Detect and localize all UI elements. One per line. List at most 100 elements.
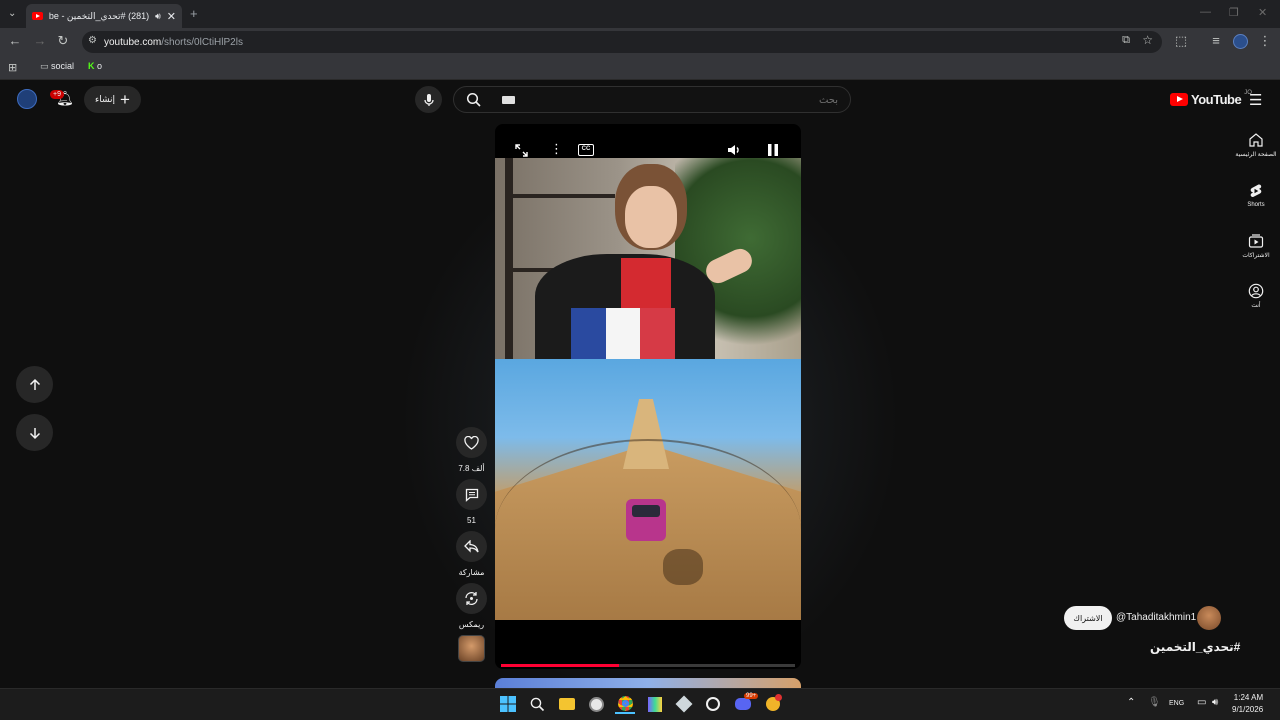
like-button[interactable] [456, 427, 487, 458]
bookmark-star-icon[interactable]: ☆ [1142, 33, 1153, 47]
apps-grid-icon[interactable]: ⊞ [8, 61, 17, 74]
like-count: 7.8 ألف [458, 464, 485, 473]
app-icon[interactable] [586, 694, 606, 714]
account-avatar[interactable] [17, 89, 37, 109]
nav-item-you[interactable]: أنت [1232, 283, 1280, 309]
remix-action[interactable]: ريمكس [456, 583, 487, 629]
system-clock[interactable]: 1:24 AM 9/1/2026 [1232, 692, 1263, 716]
search-box[interactable] [453, 86, 851, 113]
create-label: إنشاء [95, 94, 116, 104]
minimize-icon[interactable]: — [1200, 6, 1211, 18]
home-icon [1249, 133, 1263, 147]
previous-short-button[interactable] [16, 366, 53, 403]
clock-date: 9/1/2026 [1232, 705, 1264, 714]
remix-icon [465, 592, 478, 605]
share-icon [464, 540, 479, 553]
search-input[interactable] [494, 91, 838, 109]
more-options-icon[interactable]: ⋮ [550, 141, 563, 157]
windows-start-icon[interactable] [498, 694, 518, 714]
comment-count: 51 [467, 516, 476, 525]
tab-title: (281) #تحدي_التخمين - YouTube [49, 10, 150, 21]
close-tab-icon[interactable]: ✕ [167, 10, 176, 23]
like-action[interactable]: 7.8 ألف [456, 427, 487, 473]
comment-action[interactable]: 51 [456, 479, 487, 525]
you-icon [1248, 283, 1264, 299]
cube-app-icon[interactable] [674, 694, 694, 714]
nav-item-shorts[interactable]: Shorts [1232, 183, 1280, 208]
remix-label: ريمكس [458, 620, 485, 629]
network-icon[interactable]: ▭ [1197, 697, 1206, 708]
pause-icon[interactable] [767, 143, 779, 157]
install-app-icon[interactable]: ⧉ [1122, 34, 1130, 47]
youtube-play-logo-icon [1170, 93, 1188, 106]
taskbar-search-icon[interactable] [527, 694, 547, 714]
arrow-down-icon [29, 427, 40, 439]
volume-tray-icon[interactable]: 🔊︎ [1212, 697, 1218, 708]
forward-icon[interactable]: → [32, 33, 48, 49]
notes-app-icon[interactable] [645, 694, 665, 714]
address-bar[interactable]: ⚙ youtube.com/shorts/0lCtiHlP2ls ⧉ ☆ [82, 31, 1162, 53]
back-icon[interactable]: ← [7, 33, 23, 49]
voice-search-button[interactable] [415, 86, 442, 113]
tray-chevron-icon[interactable]: ⌃ [1127, 697, 1135, 708]
remix-button[interactable] [456, 583, 487, 614]
profile-avatar[interactable] [1233, 34, 1248, 49]
subscriptions-icon [1248, 234, 1264, 248]
microphone-icon [423, 93, 434, 106]
extensions-icon[interactable]: ⬚ [1173, 33, 1189, 49]
media-control-icon[interactable]: ≡ [1208, 33, 1224, 49]
clock-time: 1:24 AM [1233, 693, 1264, 702]
maximize-icon[interactable]: ❐ [1229, 6, 1239, 19]
bookmark-o[interactable]: K o [88, 61, 102, 71]
youtube-favicon-icon [32, 12, 43, 20]
chatgpt-icon[interactable] [703, 694, 723, 714]
hamburger-menu-icon[interactable]: ☰ [1249, 91, 1262, 109]
nav-label: Shorts [1247, 202, 1265, 208]
comment-button[interactable] [456, 479, 487, 510]
french-flag [571, 308, 676, 359]
captions-icon[interactable]: CC [578, 144, 594, 156]
comment-icon [465, 488, 478, 502]
shorts-player[interactable]: ⋮ CC [495, 124, 801, 669]
share-button[interactable] [456, 531, 487, 562]
site-info-icon[interactable]: ⚙ [88, 35, 97, 46]
bookmark-label: social [51, 61, 75, 71]
close-window-icon[interactable]: ✕ [1258, 6, 1267, 19]
subscribe-button[interactable]: الاشتراك [1064, 606, 1112, 630]
create-button[interactable]: إنشاء + [84, 86, 141, 113]
search-icon[interactable] [466, 92, 482, 108]
new-tab-icon[interactable]: + [190, 6, 198, 21]
progress-fill [501, 664, 619, 667]
tab-list-chevron-icon[interactable]: ⌄ [8, 8, 16, 19]
url-host: youtube.com [104, 36, 162, 48]
plus-icon: + [120, 90, 130, 109]
pink-car [626, 499, 666, 541]
volume-icon[interactable] [727, 143, 741, 157]
notifications-badge: +9 [50, 90, 64, 99]
next-short-button[interactable] [16, 414, 53, 451]
shorts-icon [1250, 184, 1262, 198]
share-action[interactable]: مشاركة [456, 531, 487, 577]
speaker-icon[interactable]: 🔊︎ [155, 11, 161, 22]
language-indicator[interactable]: ENG [1169, 700, 1184, 707]
nav-item-home[interactable]: الصفحة الرئيسية [1232, 132, 1280, 158]
fullscreen-icon[interactable] [515, 144, 528, 157]
bookmark-social[interactable]: ▭ social [40, 61, 74, 72]
sound-thumbnail[interactable] [458, 635, 485, 662]
video-hashtag[interactable]: #تحدي_التخمين [1150, 640, 1240, 654]
folder-icon: ▭ [40, 61, 49, 71]
tray-mic-icon[interactable]: 🎙︎ [1148, 697, 1161, 708]
chrome-taskbar-icon[interactable] [615, 694, 635, 714]
discord-badge: 99+ [744, 693, 759, 699]
file-explorer-icon[interactable] [557, 694, 577, 714]
reload-icon[interactable]: ↻ [55, 33, 71, 49]
channel-handle[interactable]: @Tahaditakhmin1 [1116, 612, 1196, 623]
channel-avatar[interactable] [1197, 606, 1221, 630]
progress-bar[interactable] [501, 664, 795, 667]
chrome-menu-icon[interactable]: ⋮ [1257, 33, 1273, 49]
browser-tab[interactable]: (281) #تحدي_التخمين - YouTube 🔊︎ ✕ [26, 4, 182, 28]
windows-taskbar [0, 688, 1280, 720]
nav-item-subscriptions[interactable]: الاشتراكات [1232, 233, 1280, 259]
youtube-logo[interactable]: YouTube JO [1170, 90, 1252, 107]
url-path: /shorts/0lCtiHlP2ls [161, 36, 243, 48]
